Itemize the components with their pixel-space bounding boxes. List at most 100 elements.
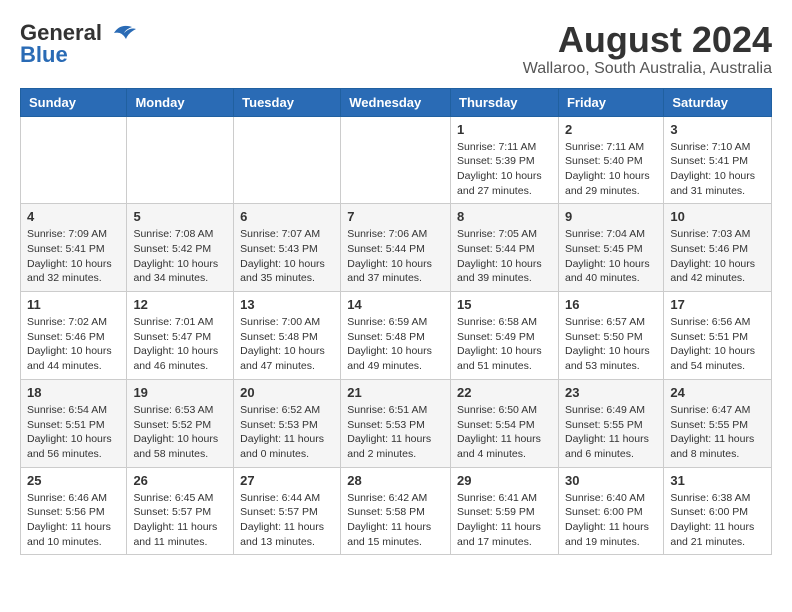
- day-number: 23: [565, 385, 657, 400]
- calendar-cell: 12 Sunrise: 7:01 AM Sunset: 5:47 PM Dayli…: [127, 292, 234, 380]
- calendar-cell: 6 Sunrise: 7:07 AM Sunset: 5:43 PM Daylig…: [234, 204, 341, 292]
- calendar-header-row: SundayMondayTuesdayWednesdayThursdayFrid…: [21, 88, 772, 116]
- calendar-cell: 8Sunrise: 7:05 AM Sunset: 5:44 PM Daylig…: [451, 204, 559, 292]
- day-info: Sunrise: 6:52 AM Sunset: 5:53 PM Dayligh…: [240, 403, 334, 462]
- day-info: Sunrise: 7:11 AM Sunset: 5:40 PM Dayligh…: [565, 140, 657, 199]
- calendar-cell: 10Sunrise: 7:03 AM Sunset: 5:46 PM Dayli…: [664, 204, 772, 292]
- day-number: 27: [240, 473, 334, 488]
- day-number: 22: [457, 385, 552, 400]
- calendar-cell: 18Sunrise: 6:54 AM Sunset: 5:51 PM Dayli…: [21, 379, 127, 467]
- day-number: 25: [27, 473, 120, 488]
- weekday-header-saturday: Saturday: [664, 88, 772, 116]
- calendar-cell: 20 Sunrise: 6:52 AM Sunset: 5:53 PM Dayli…: [234, 379, 341, 467]
- weekday-header-sunday: Sunday: [21, 88, 127, 116]
- title-section: August 2024 Wallaroo, South Australia, A…: [523, 20, 772, 78]
- day-info: Sunrise: 7:05 AM Sunset: 5:44 PM Dayligh…: [457, 227, 552, 286]
- day-number: 2: [565, 122, 657, 137]
- day-info: Sunrise: 6:42 AM Sunset: 5:58 PM Dayligh…: [347, 491, 444, 550]
- day-info: Sunrise: 6:53 AM Sunset: 5:52 PM Dayligh…: [133, 403, 227, 462]
- day-number: 6: [240, 209, 334, 224]
- day-number: 30: [565, 473, 657, 488]
- logo-blue-text: Blue: [20, 42, 68, 68]
- day-number: 3: [670, 122, 765, 137]
- weekday-header-friday: Friday: [558, 88, 663, 116]
- calendar-cell: [127, 116, 234, 204]
- day-info: Sunrise: 6:47 AM Sunset: 5:55 PM Dayligh…: [670, 403, 765, 462]
- calendar-cell: 29 Sunrise: 6:41 AM Sunset: 5:59 PM Dayli…: [451, 467, 559, 555]
- day-number: 5: [133, 209, 227, 224]
- calendar-week-3: 11Sunrise: 7:02 AM Sunset: 5:46 PM Dayli…: [21, 292, 772, 380]
- day-number: 29: [457, 473, 552, 488]
- calendar-cell: 16 Sunrise: 6:57 AM Sunset: 5:50 PM Dayli…: [558, 292, 663, 380]
- location-title: Wallaroo, South Australia, Australia: [523, 60, 772, 78]
- calendar-cell: 15 Sunrise: 6:58 AM Sunset: 5:49 PM Dayli…: [451, 292, 559, 380]
- calendar-cell: 2 Sunrise: 7:11 AM Sunset: 5:40 PM Daylig…: [558, 116, 663, 204]
- calendar-cell: 21 Sunrise: 6:51 AM Sunset: 5:53 PM Dayli…: [341, 379, 451, 467]
- calendar-cell: 9 Sunrise: 7:04 AM Sunset: 5:45 PM Daylig…: [558, 204, 663, 292]
- day-info: Sunrise: 6:49 AM Sunset: 5:55 PM Dayligh…: [565, 403, 657, 462]
- day-number: 26: [133, 473, 227, 488]
- calendar-cell: 7 Sunrise: 7:06 AM Sunset: 5:44 PM Daylig…: [341, 204, 451, 292]
- day-number: 28: [347, 473, 444, 488]
- day-info: Sunrise: 7:07 AM Sunset: 5:43 PM Dayligh…: [240, 227, 334, 286]
- calendar-cell: 31Sunrise: 6:38 AM Sunset: 6:00 PM Dayli…: [664, 467, 772, 555]
- calendar-cell: 23 Sunrise: 6:49 AM Sunset: 5:55 PM Dayli…: [558, 379, 663, 467]
- day-info: Sunrise: 7:06 AM Sunset: 5:44 PM Dayligh…: [347, 227, 444, 286]
- calendar-cell: 25 Sunrise: 6:46 AM Sunset: 5:56 PM Dayli…: [21, 467, 127, 555]
- calendar-cell: 4 Sunrise: 7:09 AM Sunset: 5:41 PM Daylig…: [21, 204, 127, 292]
- calendar-week-5: 25 Sunrise: 6:46 AM Sunset: 5:56 PM Dayli…: [21, 467, 772, 555]
- calendar-cell: 22 Sunrise: 6:50 AM Sunset: 5:54 PM Dayli…: [451, 379, 559, 467]
- calendar-cell: 13 Sunrise: 7:00 AM Sunset: 5:48 PM Dayli…: [234, 292, 341, 380]
- day-number: 17: [670, 297, 765, 312]
- day-info: Sunrise: 6:50 AM Sunset: 5:54 PM Dayligh…: [457, 403, 552, 462]
- calendar-cell: 17Sunrise: 6:56 AM Sunset: 5:51 PM Dayli…: [664, 292, 772, 380]
- calendar-cell: 27 Sunrise: 6:44 AM Sunset: 5:57 PM Dayli…: [234, 467, 341, 555]
- day-number: 21: [347, 385, 444, 400]
- logo: General Blue: [20, 20, 136, 68]
- day-info: Sunrise: 7:11 AM Sunset: 5:39 PM Dayligh…: [457, 140, 552, 199]
- day-info: Sunrise: 6:51 AM Sunset: 5:53 PM Dayligh…: [347, 403, 444, 462]
- day-number: 15: [457, 297, 552, 312]
- day-number: 12: [133, 297, 227, 312]
- day-number: 4: [27, 209, 120, 224]
- logo-bird-icon: [104, 21, 136, 43]
- day-info: Sunrise: 6:45 AM Sunset: 5:57 PM Dayligh…: [133, 491, 227, 550]
- weekday-header-wednesday: Wednesday: [341, 88, 451, 116]
- day-number: 9: [565, 209, 657, 224]
- weekday-header-tuesday: Tuesday: [234, 88, 341, 116]
- day-number: 7: [347, 209, 444, 224]
- calendar-cell: 26 Sunrise: 6:45 AM Sunset: 5:57 PM Dayli…: [127, 467, 234, 555]
- day-info: Sunrise: 6:58 AM Sunset: 5:49 PM Dayligh…: [457, 315, 552, 374]
- day-info: Sunrise: 7:04 AM Sunset: 5:45 PM Dayligh…: [565, 227, 657, 286]
- day-info: Sunrise: 6:57 AM Sunset: 5:50 PM Dayligh…: [565, 315, 657, 374]
- day-info: Sunrise: 6:46 AM Sunset: 5:56 PM Dayligh…: [27, 491, 120, 550]
- calendar-week-4: 18Sunrise: 6:54 AM Sunset: 5:51 PM Dayli…: [21, 379, 772, 467]
- calendar-cell: [21, 116, 127, 204]
- calendar-week-1: 1 Sunrise: 7:11 AM Sunset: 5:39 PM Daylig…: [21, 116, 772, 204]
- month-title: August 2024: [523, 20, 772, 60]
- day-info: Sunrise: 7:09 AM Sunset: 5:41 PM Dayligh…: [27, 227, 120, 286]
- day-info: Sunrise: 7:01 AM Sunset: 5:47 PM Dayligh…: [133, 315, 227, 374]
- day-info: Sunrise: 6:54 AM Sunset: 5:51 PM Dayligh…: [27, 403, 120, 462]
- calendar-cell: 14 Sunrise: 6:59 AM Sunset: 5:48 PM Dayli…: [341, 292, 451, 380]
- day-info: Sunrise: 7:03 AM Sunset: 5:46 PM Dayligh…: [670, 227, 765, 286]
- page-header: General Blue August 2024 Wallaroo, South…: [20, 20, 772, 78]
- day-info: Sunrise: 7:02 AM Sunset: 5:46 PM Dayligh…: [27, 315, 120, 374]
- day-number: 14: [347, 297, 444, 312]
- calendar-cell: [341, 116, 451, 204]
- day-number: 1: [457, 122, 552, 137]
- calendar-cell: 11Sunrise: 7:02 AM Sunset: 5:46 PM Dayli…: [21, 292, 127, 380]
- day-info: Sunrise: 6:59 AM Sunset: 5:48 PM Dayligh…: [347, 315, 444, 374]
- day-info: Sunrise: 6:44 AM Sunset: 5:57 PM Dayligh…: [240, 491, 334, 550]
- calendar-week-2: 4 Sunrise: 7:09 AM Sunset: 5:41 PM Daylig…: [21, 204, 772, 292]
- day-number: 24: [670, 385, 765, 400]
- day-info: Sunrise: 7:00 AM Sunset: 5:48 PM Dayligh…: [240, 315, 334, 374]
- day-number: 16: [565, 297, 657, 312]
- day-info: Sunrise: 6:40 AM Sunset: 6:00 PM Dayligh…: [565, 491, 657, 550]
- day-info: Sunrise: 6:38 AM Sunset: 6:00 PM Dayligh…: [670, 491, 765, 550]
- day-number: 20: [240, 385, 334, 400]
- day-number: 13: [240, 297, 334, 312]
- calendar-cell: 5Sunrise: 7:08 AM Sunset: 5:42 PM Daylig…: [127, 204, 234, 292]
- day-info: Sunrise: 6:41 AM Sunset: 5:59 PM Dayligh…: [457, 491, 552, 550]
- weekday-header-thursday: Thursday: [451, 88, 559, 116]
